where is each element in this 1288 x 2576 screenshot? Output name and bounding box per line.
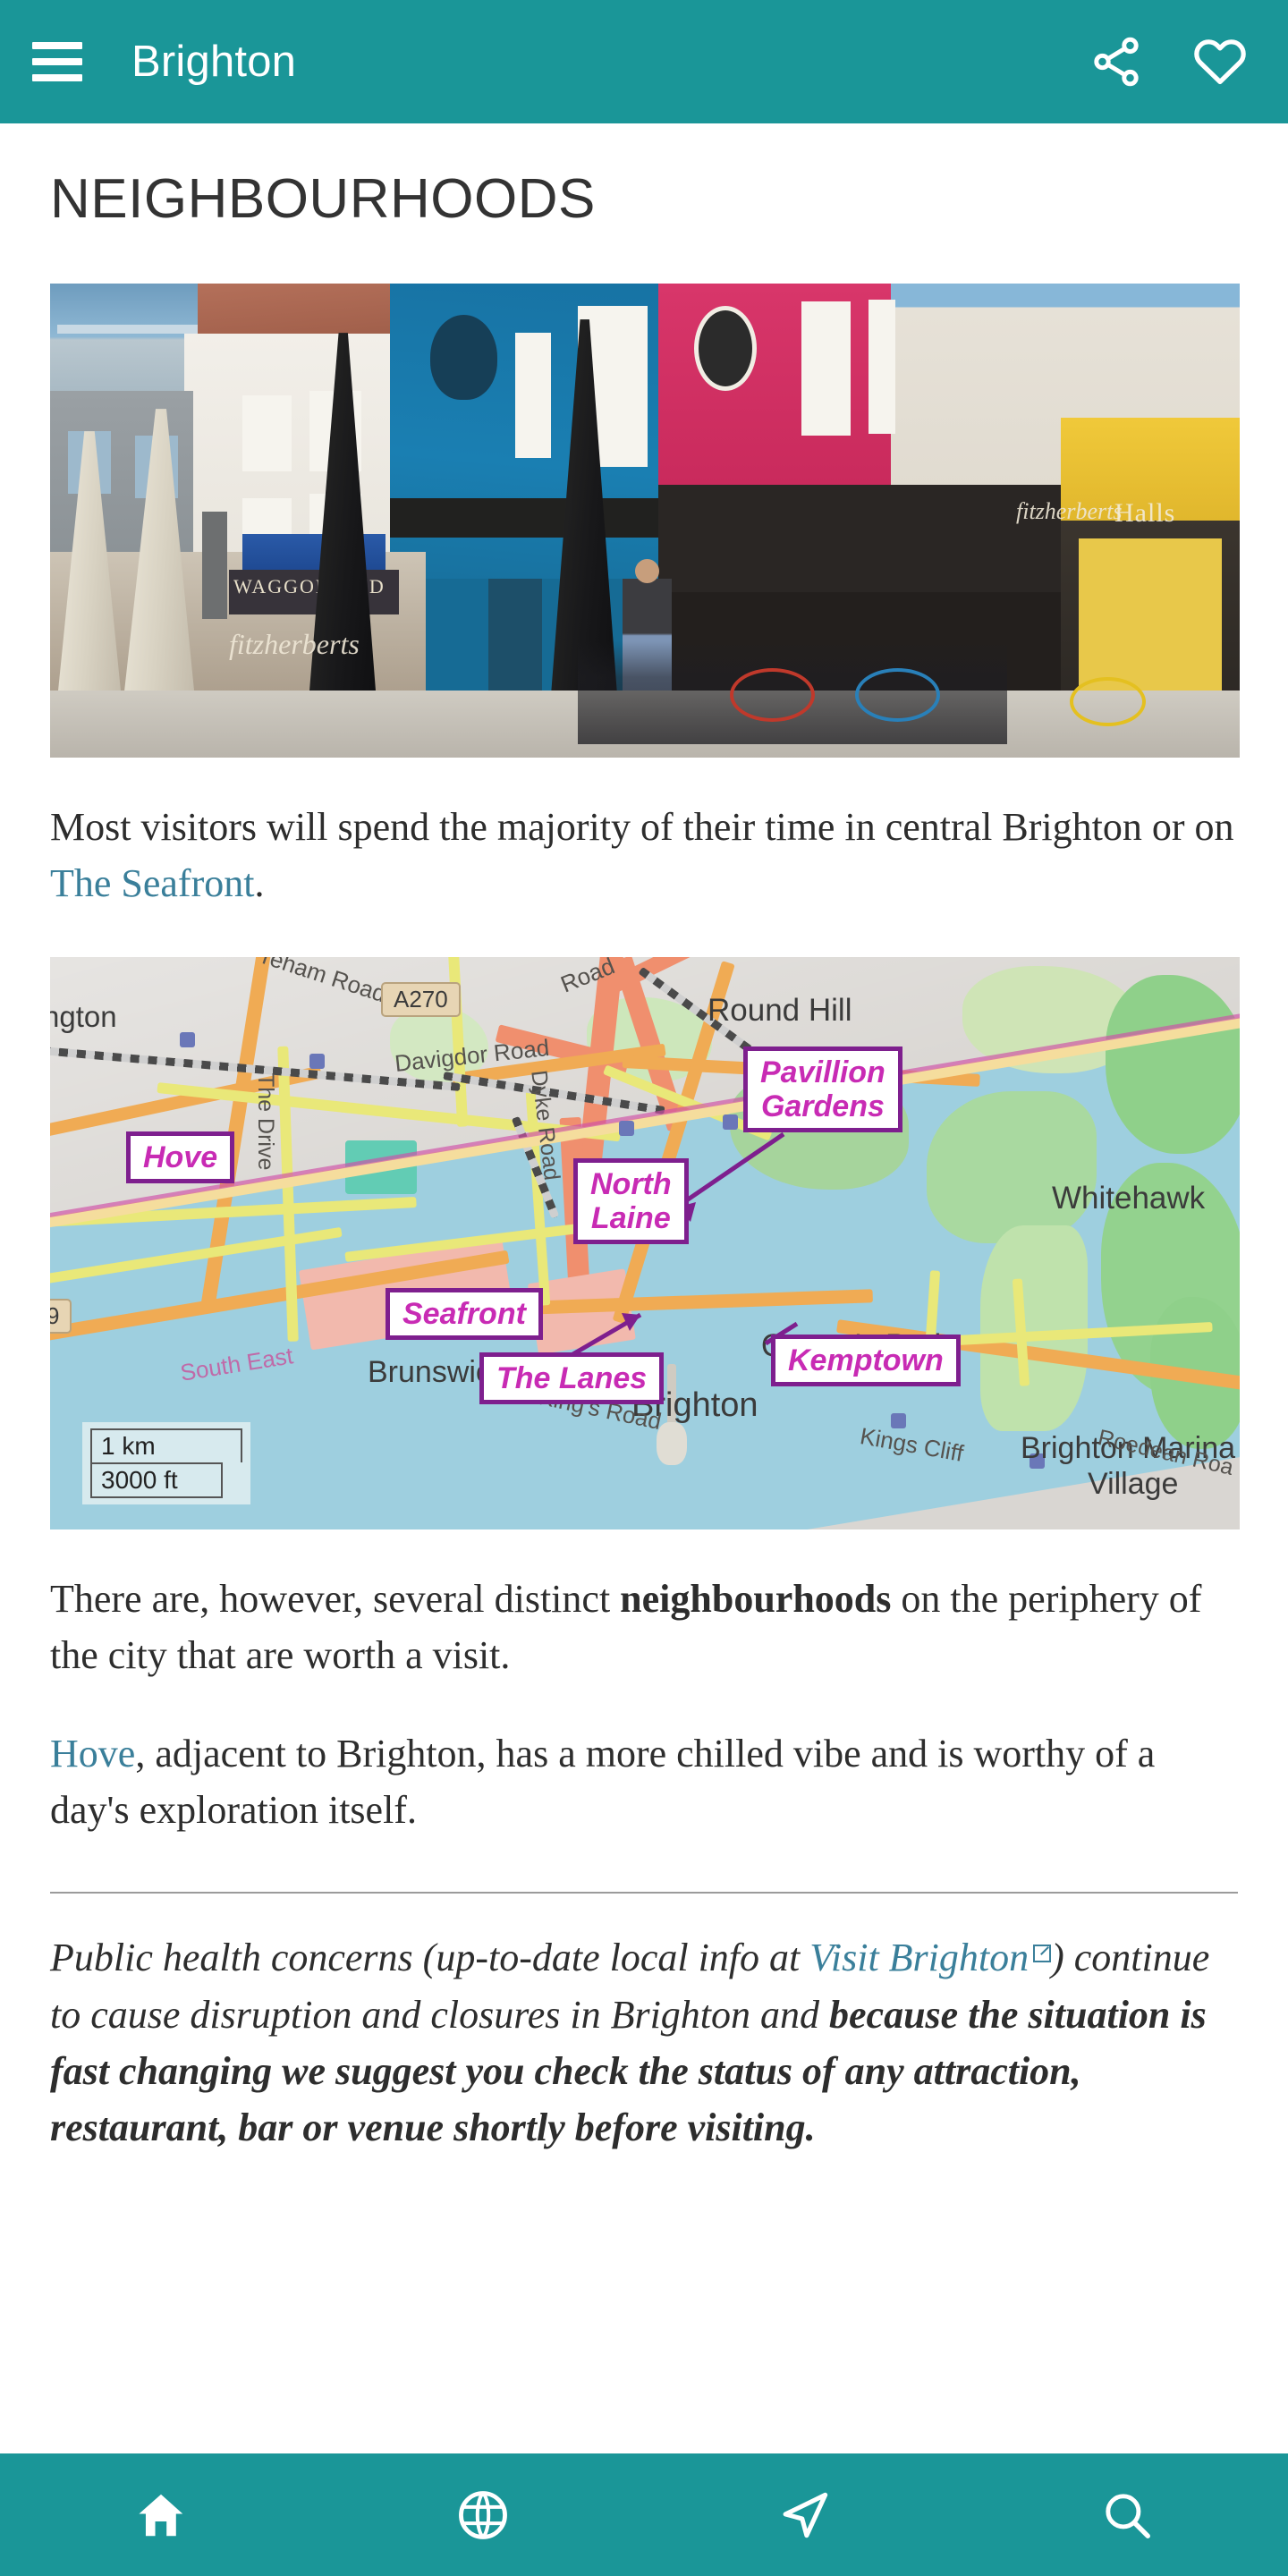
photo-window [869,300,895,435]
paragraph-hove: Hove, adjacent to Brighton, has a more c… [50,1725,1238,1839]
hamburger-bar [32,58,82,65]
top-app-bar: Brighton [0,0,1288,123]
photo-pub-sign [430,315,497,401]
external-link-icon [1033,1945,1052,1963]
share-icon [1094,37,1139,87]
favorite-button[interactable] [1184,26,1256,97]
paragraph-intro: Most visitors will spend the majority of… [50,799,1238,912]
nav-item-explore[interactable] [322,2453,644,2576]
photo-canvas: WAGGON AND fitzherberts Halls fitzherber… [50,284,1240,758]
map-highlight-hove[interactable]: Hove [126,1131,235,1183]
app-bar-title: Brighton [131,38,297,86]
paragraph-neighbourhoods-bold: neighbourhoods [620,1576,892,1621]
photo-fitzherberts-sign: fitzherberts [1016,498,1123,525]
link-visit-brighton[interactable]: Visit Brighton [809,1936,1029,1979]
share-button[interactable] [1080,26,1152,97]
paragraph-neighbourhoods-text-1: There are, however, several distinct [50,1576,621,1621]
map-highlight-seafront[interactable]: Seafront [386,1287,543,1340]
map-scale-bar: 1 km 3000 ft [82,1421,250,1504]
link-hove[interactable]: Hove [50,1732,135,1775]
map-highlight-pavillion-gardens[interactable]: Pavillion Gardens [743,1046,902,1132]
neighbourhood-map[interactable]: ngton Round Hill Whitehawk Queen's Park … [50,956,1240,1530]
paragraph-intro-text-2: . [254,861,265,906]
photo-window [801,301,851,436]
hamburger-bar [32,42,82,49]
navigation-arrow-icon [783,2492,828,2538]
map-highlight-north-laine[interactable]: North Laine [573,1157,689,1244]
notice-text-1: Public health concerns (up-to-date local… [50,1936,810,1980]
photo-halls-sign: Halls [1114,498,1176,529]
photo-oval-sign [694,306,757,392]
globe-icon [459,2490,507,2539]
nav-item-search[interactable] [966,2453,1288,2576]
photo-pub-door [488,579,542,705]
photo-waggon-sign-text: WAGGON AND [233,575,386,598]
hamburger-bar [32,74,82,81]
photo-window [515,333,551,459]
home-icon [139,2494,183,2536]
photo-fascia [390,498,658,538]
photo-lamp-post [202,512,227,620]
photo-yellow-window [1079,538,1222,696]
nav-item-home[interactable] [0,2453,322,2576]
search-icon [1106,2493,1150,2538]
public-health-notice: Public health concerns (up-to-date local… [50,1929,1238,2156]
app-root: Brighton NEIGHBOURHOODS WAGGON AND fitzh… [0,0,1288,2576]
paragraph-neighbourhoods: There are, however, several distinct nei… [50,1571,1238,1684]
photo-bicycle-wheel [1070,677,1146,727]
bottom-navigation-bar [0,2453,1288,2576]
photo-bicycle-wheel [855,668,940,723]
article-content: NEIGHBOURHOODS WAGGON AND fitzherberts H… [0,123,1288,2453]
map-scale-metric: 1 km [90,1428,242,1462]
photo-pink-building [658,284,891,490]
hero-photo: WAGGON AND fitzherberts Halls fitzherber… [50,284,1240,758]
photo-fitzherberts-awning-text: fitzherberts [229,628,360,661]
paragraph-hove-text: , adjacent to Brighton, has a more chill… [50,1731,1156,1832]
map-highlight-the-lanes[interactable]: The Lanes [479,1352,665,1404]
page-title: NEIGHBOURHOODS [50,168,596,230]
heart-icon [1194,39,1246,85]
photo-bicycle-wheel [730,668,815,723]
hamburger-menu-icon[interactable] [32,42,82,81]
link-the-seafront[interactable]: The Seafront [50,861,254,905]
photo-window [242,395,292,472]
nav-item-nearby[interactable] [644,2453,966,2576]
section-divider [50,1892,1238,1894]
map-scale-imperial: 3000 ft [90,1462,223,1498]
map-highlight-kemptown[interactable]: Kemptown [771,1334,961,1386]
paragraph-intro-text-1: Most visitors will spend the majority of… [50,805,1234,850]
